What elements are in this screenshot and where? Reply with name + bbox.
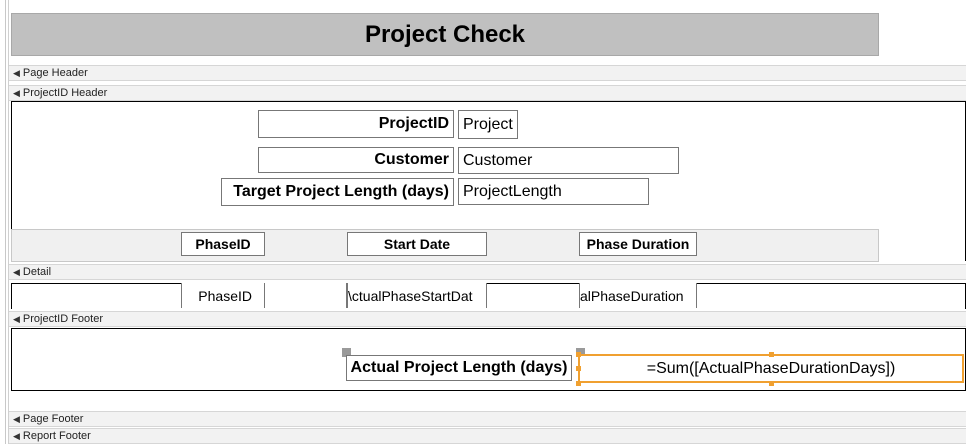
section-arrow-icon: ◀ [13, 267, 20, 277]
section-label: Report Footer [22, 430, 91, 442]
actual-length-label[interactable]: Actual Project Length (days) [346, 355, 572, 381]
target-length-label[interactable]: Target Project Length (days) [221, 178, 454, 206]
resize-handle[interactable] [576, 381, 581, 386]
section-label: Page Footer [22, 413, 84, 425]
section-bar-projectid-header[interactable]: ◀ ProjectID Header [9, 85, 966, 101]
section-label: ProjectID Footer [22, 313, 104, 325]
actual-length-expression-textbox[interactable]: =Sum([ActualPhaseDurationDays]) [578, 354, 964, 383]
resize-handle[interactable] [576, 366, 581, 371]
section-bar-page-footer[interactable]: ◀ Page Footer [9, 411, 966, 427]
phase-duration-detail-textbox[interactable]: alPhaseDuration [579, 283, 697, 308]
phase-duration-column-label[interactable]: Phase Duration [579, 232, 697, 256]
resize-handle[interactable] [769, 352, 774, 357]
detail-area [11, 283, 966, 309]
section-bar-report-footer[interactable]: ◀ Report Footer [9, 428, 966, 444]
customer-label[interactable]: Customer [258, 147, 454, 173]
customer-textbox[interactable]: Customer [458, 147, 679, 174]
projectid-label[interactable]: ProjectID [258, 110, 454, 138]
report-title[interactable]: Project Check [11, 13, 879, 56]
section-arrow-icon: ◀ [13, 68, 20, 78]
projectid-textbox[interactable]: Project [458, 110, 518, 139]
start-date-detail-textbox[interactable]: \ctualPhaseStartDat [347, 283, 487, 308]
resize-handle[interactable] [576, 352, 581, 357]
start-date-column-label[interactable]: Start Date [347, 232, 487, 256]
phaseid-column-label[interactable]: PhaseID [181, 232, 265, 256]
target-length-textbox[interactable]: ProjectLength [458, 178, 649, 205]
phaseid-detail-textbox[interactable]: PhaseID [181, 283, 265, 308]
section-label: Detail [22, 266, 52, 278]
section-bar-projectid-footer[interactable]: ◀ ProjectID Footer [9, 311, 966, 327]
section-arrow-icon: ◀ [13, 314, 20, 324]
section-bar-detail[interactable]: ◀ Detail [9, 264, 966, 280]
resize-handle[interactable] [769, 381, 774, 386]
left-ruler [0, 0, 6, 444]
section-arrow-icon: ◀ [13, 414, 20, 424]
section-label: ProjectID Header [22, 87, 108, 99]
section-bar-page-header[interactable]: ◀ Page Header [9, 65, 966, 81]
section-arrow-icon: ◀ [13, 88, 20, 98]
section-arrow-icon: ◀ [13, 431, 20, 441]
detail-blank-cell[interactable] [265, 283, 347, 308]
section-label: Page Header [22, 67, 88, 79]
